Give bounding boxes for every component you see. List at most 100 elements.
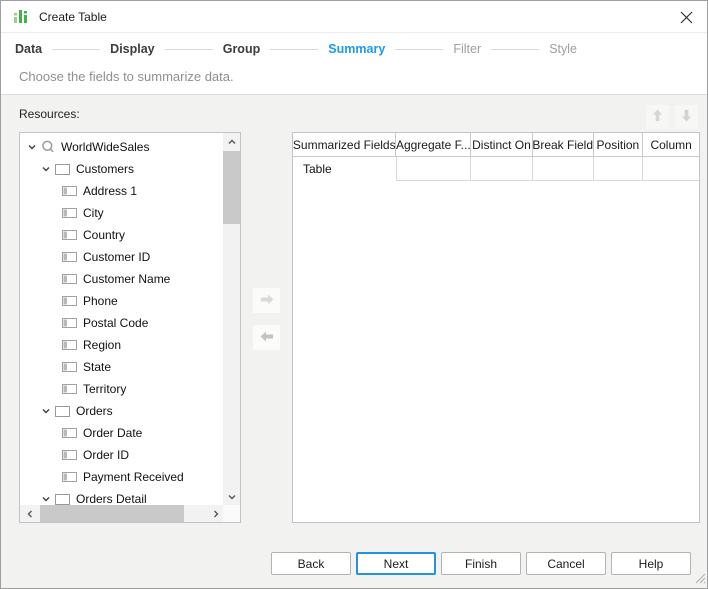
wizard-step-filter[interactable]: Filter <box>453 42 481 56</box>
scroll-up-icon[interactable] <box>223 134 240 149</box>
title-bar: Create Table <box>1 1 707 33</box>
tree-item-orders-detail[interactable]: Orders Detail <box>20 488 223 505</box>
grid-col-position: Position <box>594 133 644 157</box>
tree-item-postal-code[interactable]: Postal Code <box>20 312 223 334</box>
table-icon <box>55 494 70 505</box>
grid-cell[interactable] <box>397 157 472 181</box>
step-connector <box>270 49 318 50</box>
close-icon[interactable] <box>671 3 701 31</box>
tree-item-label: Address 1 <box>83 184 137 198</box>
tree-item-label: Territory <box>83 382 126 396</box>
tree-item-label: Postal Code <box>83 316 148 330</box>
app-logo-icon <box>13 8 30 25</box>
grid-col-break-field: Break Field <box>533 133 594 157</box>
tree-item-region[interactable]: Region <box>20 334 223 356</box>
remove-field-button[interactable] <box>253 325 280 350</box>
tree-item-customer-id[interactable]: Customer ID <box>20 246 223 268</box>
scroll-right-icon[interactable] <box>208 505 223 522</box>
table-icon <box>55 406 70 417</box>
field-icon <box>62 428 77 438</box>
chevron-down-icon[interactable] <box>40 164 52 174</box>
grid-cell[interactable] <box>533 157 594 181</box>
step-connector <box>491 49 539 50</box>
wizard-step-summary[interactable]: Summary <box>328 42 385 56</box>
tree-item-city[interactable]: City <box>20 202 223 224</box>
create-table-dialog: Create Table Data Display Group Summary Filt… <box>0 0 708 589</box>
tree-item-worldwidesales[interactable]: WorldWideSales <box>20 136 223 158</box>
chevron-down-icon[interactable] <box>26 142 38 152</box>
tree-item-label: Orders <box>76 404 113 418</box>
next-button[interactable]: Next <box>356 552 436 575</box>
tree-item-address-1[interactable]: Address 1 <box>20 180 223 202</box>
content-area: Resources: WorldWideSalesCustomersAddres… <box>1 94 707 589</box>
step-connector <box>52 49 100 50</box>
grid-col-aggregate-f: Aggregate F... <box>396 133 471 157</box>
grid-header-row: Summarized FieldsAggregate F...Distinct … <box>293 133 699 157</box>
tree-item-label: Country <box>83 228 125 242</box>
field-icon <box>62 472 77 482</box>
field-icon <box>62 296 77 306</box>
grid-col-distinct-on: Distinct On <box>471 133 533 157</box>
wizard-step-data[interactable]: Data <box>15 42 42 56</box>
wizard-steps: Data Display Group Summary Filter Style <box>15 37 577 61</box>
arrow-right-icon <box>259 293 275 309</box>
tree-item-state[interactable]: State <box>20 356 223 378</box>
query-icon <box>41 140 55 154</box>
back-button[interactable]: Back <box>271 552 351 575</box>
tree-horizontal-scrollbar[interactable] <box>20 505 225 522</box>
resources-tree: WorldWideSales Customers Address 1 City Coun… <box>19 132 241 523</box>
tree-item-phone[interactable]: Phone <box>20 290 223 312</box>
chevron-down-icon[interactable] <box>40 494 52 504</box>
tree-item-order-date[interactable]: Order Date <box>20 422 223 444</box>
tree-item-label: Customer ID <box>83 250 150 264</box>
field-icon <box>62 230 77 240</box>
tree-item-label: Customers <box>76 162 134 176</box>
field-icon <box>62 384 77 394</box>
scroll-down-icon[interactable] <box>223 489 240 504</box>
tree-item-country[interactable]: Country <box>20 224 223 246</box>
field-icon <box>62 318 77 328</box>
arrow-left-icon <box>259 330 275 346</box>
tree-item-label: WorldWideSales <box>61 140 149 154</box>
grid-cell[interactable] <box>471 157 533 181</box>
help-button[interactable]: Help <box>611 552 691 575</box>
field-icon <box>62 208 77 218</box>
vertical-scroll-thumb[interactable] <box>223 151 240 224</box>
wizard-step-group[interactable]: Group <box>223 42 261 56</box>
tree-item-orders[interactable]: Orders <box>20 400 223 422</box>
tree-item-label: Orders Detail <box>76 492 147 505</box>
tree-item-order-id[interactable]: Order ID <box>20 444 223 466</box>
resize-grip-icon[interactable] <box>693 571 706 587</box>
tree-vertical-scrollbar[interactable] <box>223 133 240 505</box>
summary-grid: Summarized FieldsAggregate F...Distinct … <box>292 132 700 523</box>
move-up-button[interactable] <box>646 105 669 129</box>
tree-item-label: Payment Received <box>83 470 184 484</box>
grid-row-table[interactable]: Table <box>293 157 699 181</box>
add-field-button[interactable] <box>253 288 280 313</box>
wizard-step-display[interactable]: Display <box>110 42 154 56</box>
tree-item-territory[interactable]: Territory <box>20 378 223 400</box>
scrollbar-corner <box>223 505 240 522</box>
move-down-button[interactable] <box>675 105 698 129</box>
scroll-left-icon[interactable] <box>22 505 37 522</box>
tree-item-label: Region <box>83 338 121 352</box>
tree-item-customer-name[interactable]: Customer Name <box>20 268 223 290</box>
table-icon <box>55 164 70 175</box>
tree-item-customers[interactable]: Customers <box>20 158 223 180</box>
tree-item-payment-received[interactable]: Payment Received <box>20 466 223 488</box>
tree-item-label: Order ID <box>83 448 129 462</box>
grid-col-summarized-fields: Summarized Fields <box>293 133 396 157</box>
horizontal-scroll-thumb[interactable] <box>40 505 184 522</box>
chevron-down-icon[interactable] <box>40 406 52 416</box>
tree-item-label: Customer Name <box>83 272 170 286</box>
field-icon <box>62 340 77 350</box>
cancel-button[interactable]: Cancel <box>526 552 606 575</box>
grid-col-column: Column <box>643 133 699 157</box>
arrow-down-icon <box>680 108 693 126</box>
field-icon <box>62 362 77 372</box>
finish-button[interactable]: Finish <box>441 552 521 575</box>
grid-cell[interactable] <box>643 157 699 181</box>
wizard-step-style[interactable]: Style <box>549 42 577 56</box>
grid-cell[interactable] <box>594 157 644 181</box>
field-icon <box>62 274 77 284</box>
